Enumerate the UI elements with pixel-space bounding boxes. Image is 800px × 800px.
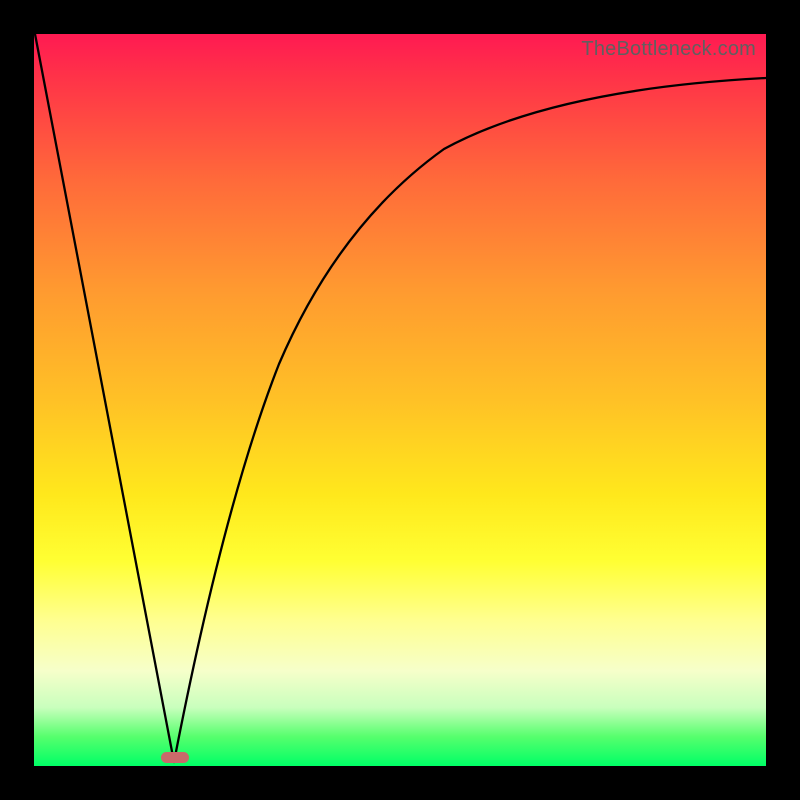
curve-left-branch: [35, 34, 174, 762]
target-marker: [161, 752, 189, 763]
curve-right-branch: [174, 78, 766, 762]
bottleneck-curve: [34, 34, 766, 766]
chart-frame: TheBottleneck.com: [0, 0, 800, 800]
plot-area: TheBottleneck.com: [34, 34, 766, 766]
